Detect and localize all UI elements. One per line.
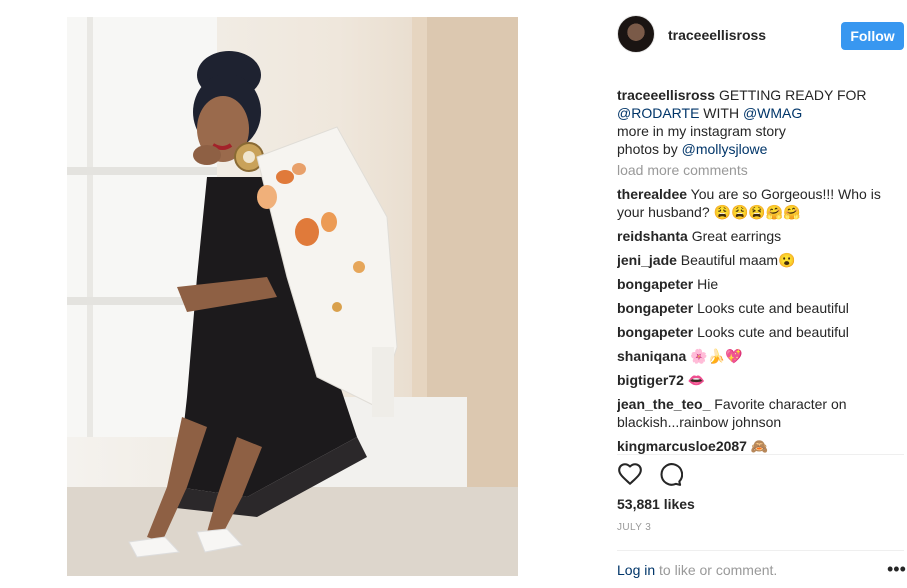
- post-sidebar: traceeellisross Follow traceeellisross G…: [617, 0, 907, 588]
- comment-username[interactable]: therealdee: [617, 186, 687, 202]
- comment-username[interactable]: bigtiger72: [617, 372, 684, 388]
- comment-username[interactable]: jeni_jade: [617, 252, 677, 268]
- post-date[interactable]: JULY 3: [617, 522, 651, 533]
- caption-username[interactable]: traceeellisross: [617, 87, 715, 103]
- login-prompt: Log in to like or comment.: [617, 562, 777, 578]
- comment-username[interactable]: bongapeter: [617, 300, 693, 316]
- more-options-icon[interactable]: •••: [887, 560, 906, 578]
- caption-text: photos by: [617, 141, 682, 157]
- header-username[interactable]: traceeellisross: [668, 27, 766, 43]
- mention-link[interactable]: @RODARTE: [617, 105, 699, 121]
- comment-item: bigtiger72 👄: [617, 371, 889, 389]
- comment-item: kingmarcusloe2087 🙈: [617, 437, 889, 454]
- comment-item: bongapeter Hie: [617, 275, 889, 293]
- comment-text: Looks cute and beautiful: [693, 324, 849, 340]
- comment-text: Hie: [693, 276, 719, 292]
- comment-item: bongapeter Looks cute and beautiful: [617, 299, 889, 317]
- comment-item: jeni_jade Beautiful maam😮: [617, 251, 889, 269]
- avatar[interactable]: [617, 15, 655, 53]
- caption-text: more in my instagram story: [617, 123, 786, 139]
- mention-link[interactable]: @WMAG: [743, 105, 802, 121]
- comments-list[interactable]: traceeellisross GETTING READY FOR @RODAR…: [617, 86, 889, 454]
- comment-text: Beautiful maam😮: [676, 252, 796, 268]
- likes-count[interactable]: 53,881 likes: [617, 496, 695, 512]
- comment-text: 🙈: [746, 438, 769, 454]
- caption-text: GETTING READY FOR: [715, 87, 867, 103]
- login-link[interactable]: Log in: [617, 562, 655, 578]
- follow-button[interactable]: Follow: [841, 22, 904, 50]
- comment-username[interactable]: kingmarcusloe2087: [617, 438, 747, 454]
- comment-icon[interactable]: [657, 461, 683, 487]
- comment-item: jean_the_teo_ Favorite character on blac…: [617, 395, 889, 431]
- post-photo[interactable]: [67, 17, 518, 576]
- load-more-comments[interactable]: load more comments: [617, 161, 889, 179]
- post-header: traceeellisross Follow: [617, 15, 904, 55]
- comment-text: Great earrings: [687, 228, 782, 244]
- comment-item: reidshanta Great earrings: [617, 227, 889, 245]
- mention-link[interactable]: @mollysjlowe: [682, 141, 768, 157]
- comment-text: 🌸🍌💖: [686, 348, 743, 364]
- comment-username[interactable]: bongapeter: [617, 324, 693, 340]
- section-divider: [617, 454, 904, 455]
- comment-item: therealdee You are so Gorgeous!!! Who is…: [617, 185, 889, 221]
- section-divider: [617, 550, 904, 551]
- comment-username[interactable]: shaniqana: [617, 348, 686, 364]
- comment-username[interactable]: jean_the_teo_: [617, 396, 710, 412]
- comment-text: Looks cute and beautiful: [693, 300, 849, 316]
- caption-text: WITH: [699, 105, 743, 121]
- comment-username[interactable]: bongapeter: [617, 276, 693, 292]
- action-bar: [617, 461, 697, 489]
- comment-text: 👄: [683, 372, 706, 388]
- login-suffix: to like or comment.: [655, 562, 778, 578]
- heart-icon[interactable]: [617, 461, 643, 487]
- comment-username[interactable]: reidshanta: [617, 228, 688, 244]
- caption: traceeellisross GETTING READY FOR @RODAR…: [617, 86, 889, 158]
- comment-item: bongapeter Looks cute and beautiful: [617, 323, 889, 341]
- comment-item: shaniqana 🌸🍌💖: [617, 347, 889, 365]
